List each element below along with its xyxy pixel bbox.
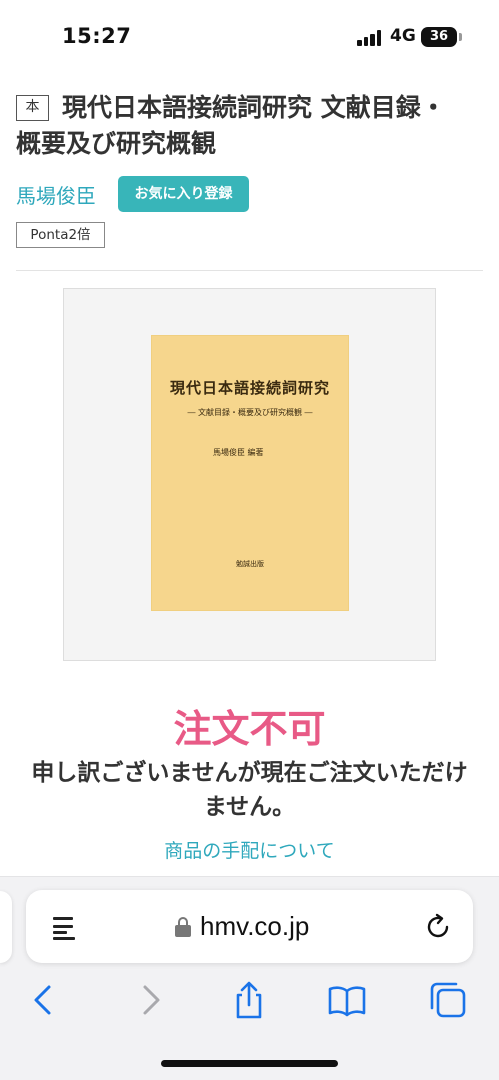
clock: 15:27 xyxy=(62,24,132,48)
network-type: 4G xyxy=(390,26,416,46)
unavailable-message: 申し訳ございませんが現在ご注文いただけません。 xyxy=(31,760,468,820)
forward-icon[interactable] xyxy=(130,980,170,1020)
address-bar[interactable]: hmv.co.jp xyxy=(26,890,473,963)
product-title: 現代日本語接続詞研究 文献目録・概要及び研究概観 xyxy=(16,93,446,158)
bookmarks-icon[interactable] xyxy=(327,980,367,1020)
browser-toolbar: hmv.co.jp xyxy=(0,876,499,1080)
divider xyxy=(16,270,483,271)
cover-title: 現代日本語接続詞研究 xyxy=(169,379,330,397)
previous-tab-edge[interactable] xyxy=(0,891,12,963)
product-image[interactable]: 現代日本語接続詞研究 ― 文献目録・概要及び研究概観 ― 馬場俊臣 編著 勉誠出… xyxy=(63,288,436,661)
url-text[interactable]: hmv.co.jp xyxy=(200,911,309,942)
battery-icon: 36 xyxy=(421,27,462,47)
ponta-points-badge: Ponta2倍 xyxy=(16,222,105,248)
share-icon[interactable] xyxy=(229,980,269,1020)
back-icon[interactable] xyxy=(24,980,64,1020)
order-unavailable-status: 注文不可 xyxy=(173,707,326,751)
page-menu-icon[interactable] xyxy=(51,914,77,940)
status-bar: 15:27 4G 36 xyxy=(0,0,499,72)
home-indicator xyxy=(161,1060,338,1067)
author-link[interactable]: 馬場俊臣 xyxy=(16,180,96,209)
arrangement-info-link[interactable]: 商品の手配について xyxy=(0,836,499,863)
lock-icon xyxy=(175,917,191,937)
reload-icon[interactable] xyxy=(423,912,453,942)
cover-subtitle: ― 文献目録・概要及び研究概観 ― xyxy=(187,408,313,417)
add-favorite-button[interactable]: お気に入り登録 xyxy=(118,176,249,212)
book-cover: 現代日本語接続詞研究 ― 文献目録・概要及び研究概観 ― 馬場俊臣 編著 勉誠出… xyxy=(151,335,349,611)
cover-publisher: 勉誠出版 xyxy=(236,560,264,568)
cellular-signal-icon xyxy=(357,30,383,46)
tabs-icon[interactable] xyxy=(428,980,468,1020)
cover-editor: 馬場俊臣 編著 xyxy=(213,448,264,457)
